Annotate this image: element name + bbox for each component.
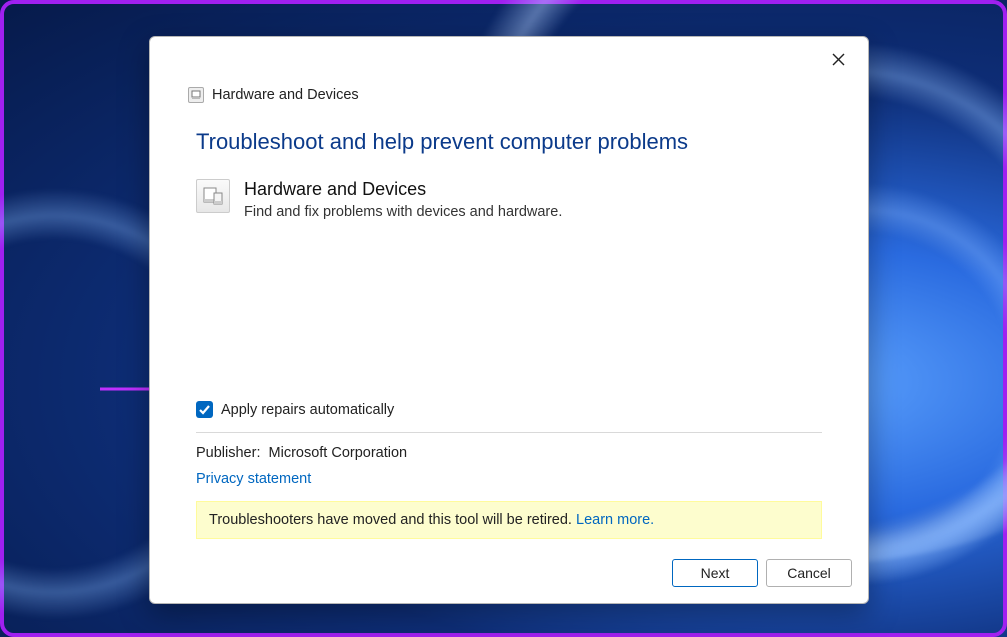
close-icon [832, 53, 845, 66]
section-title: Hardware and Devices [244, 179, 562, 200]
learn-more-link[interactable]: Learn more. [576, 512, 654, 528]
close-button[interactable] [818, 43, 858, 75]
checkmark-icon [198, 403, 211, 416]
page-heading: Troubleshoot and help prevent computer p… [196, 129, 822, 155]
publisher-row: Publisher: Microsoft Corporation [196, 445, 822, 461]
retirement-notice: Troubleshooters have moved and this tool… [196, 501, 822, 539]
dialog-body: Troubleshoot and help prevent computer p… [150, 115, 868, 559]
section-description: Find and fix problems with devices and h… [244, 204, 562, 220]
troubleshooter-dialog: Hardware and Devices Troubleshoot and he… [149, 36, 869, 604]
titlebar [150, 37, 868, 81]
dialog-title: Hardware and Devices [212, 87, 359, 103]
publisher-label: Publisher: [196, 445, 260, 461]
dialog-footer: Next Cancel [150, 559, 868, 603]
dialog-header: Hardware and Devices [150, 81, 868, 115]
devices-icon [188, 87, 204, 103]
apply-repairs-checkbox[interactable] [196, 401, 213, 418]
privacy-statement-link[interactable]: Privacy statement [196, 471, 822, 487]
notice-text: Troubleshooters have moved and this tool… [209, 512, 572, 528]
cancel-button[interactable]: Cancel [766, 559, 852, 587]
publisher-value: Microsoft Corporation [269, 445, 408, 461]
apply-repairs-label[interactable]: Apply repairs automatically [221, 402, 394, 418]
next-button[interactable]: Next [672, 559, 758, 587]
devices-large-icon [196, 179, 230, 213]
apply-repairs-option[interactable]: Apply repairs automatically [196, 401, 822, 433]
troubleshooter-section: Hardware and Devices Find and fix proble… [196, 179, 822, 220]
